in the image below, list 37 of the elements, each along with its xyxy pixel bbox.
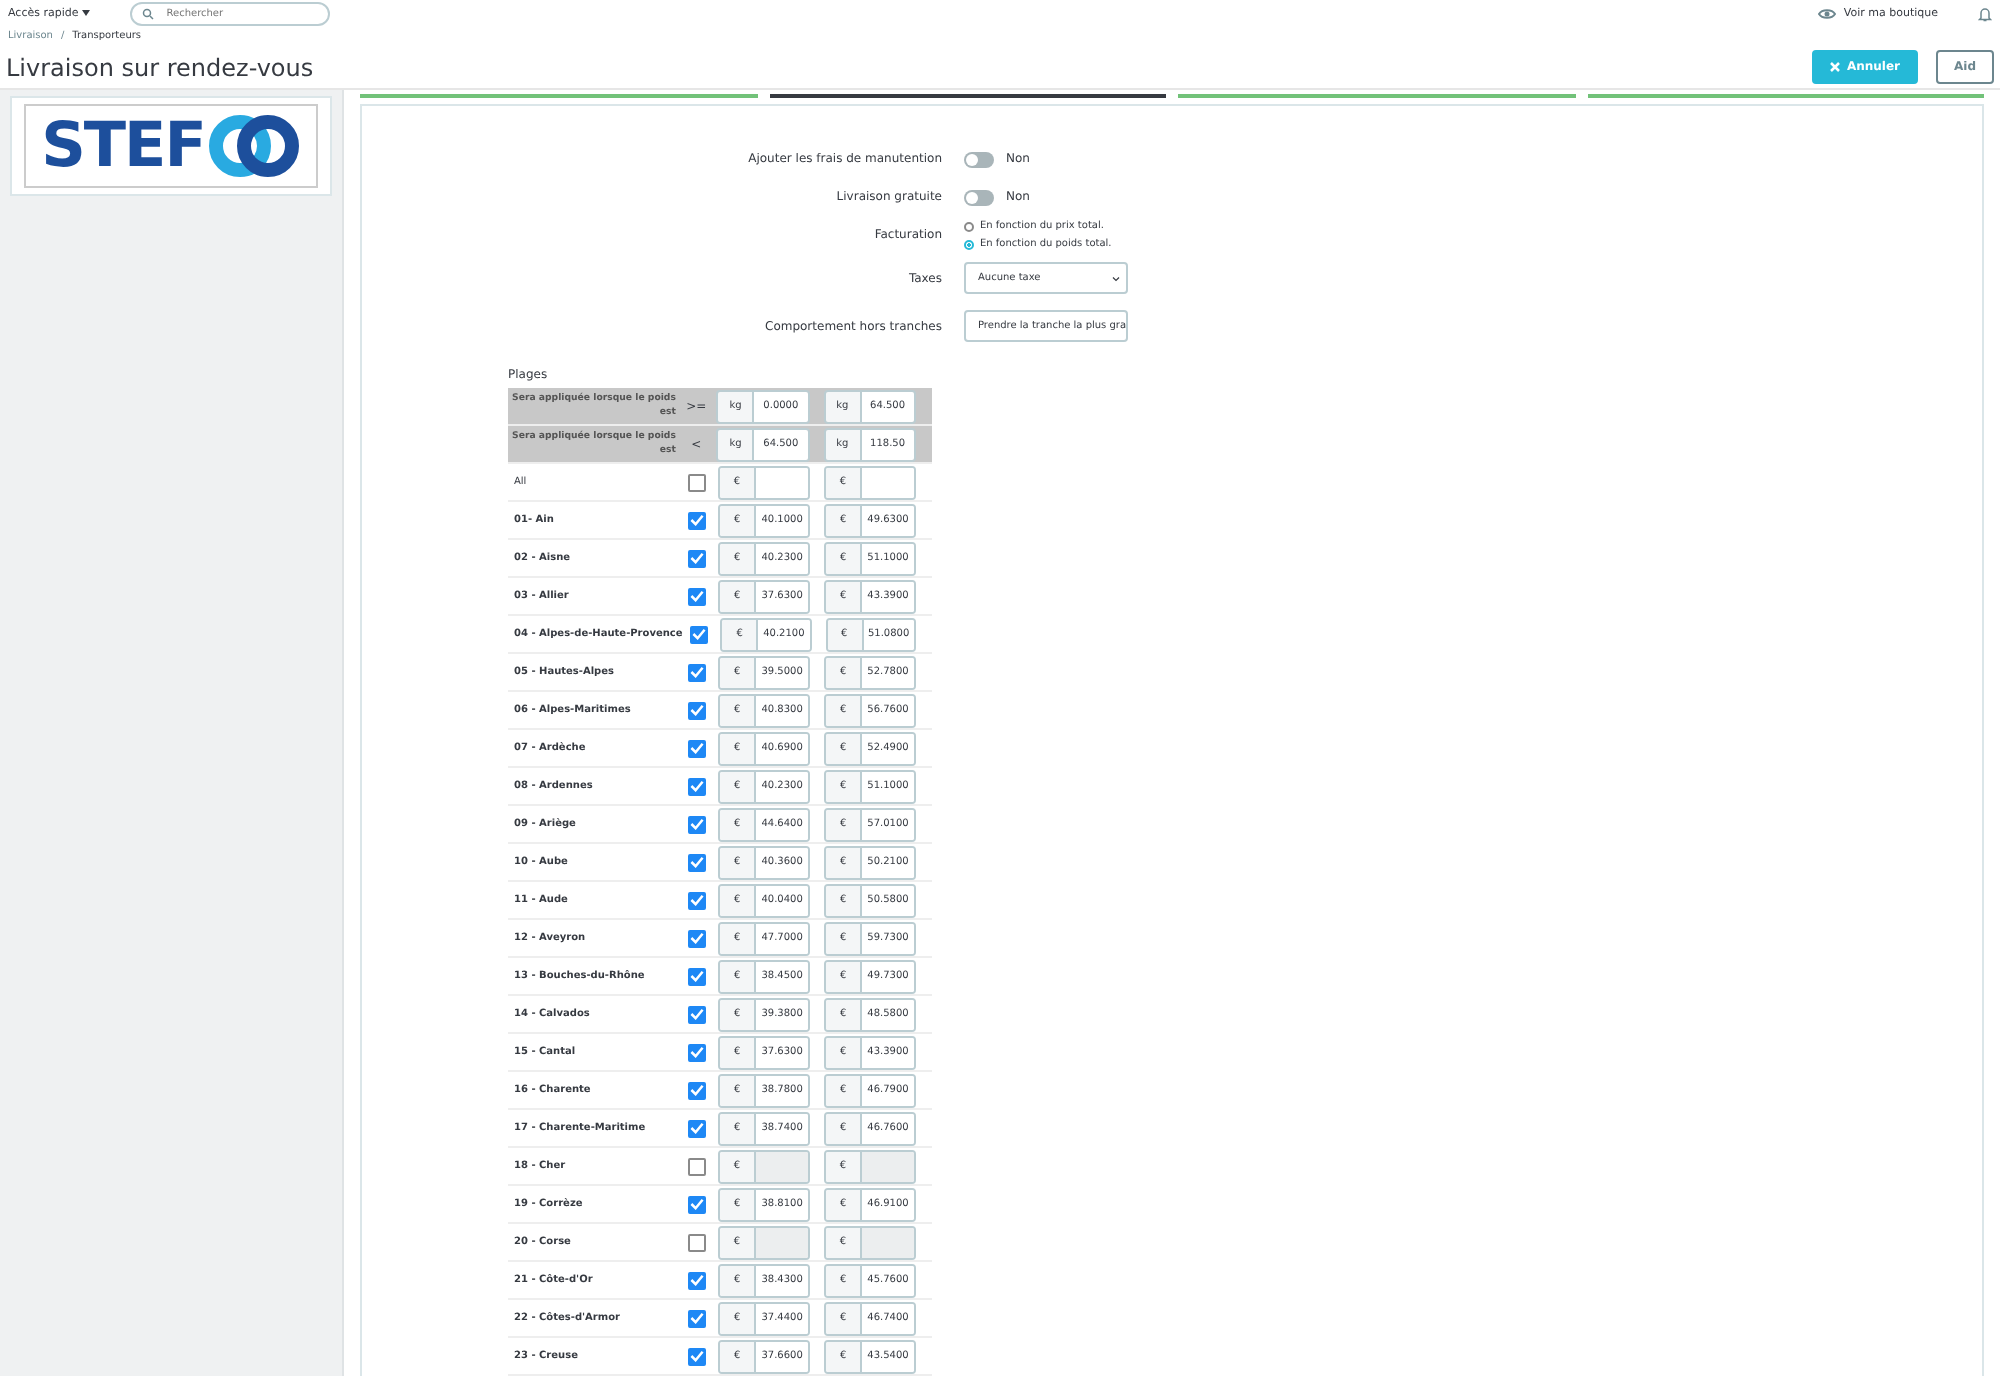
checkbox[interactable] [688,511,707,529]
radio-button[interactable] [964,239,974,249]
checkbox[interactable] [688,587,707,605]
eye-icon [1817,7,1836,19]
toggle-switch[interactable] [964,151,994,167]
checkbox[interactable] [688,549,707,567]
checkbox[interactable] [688,1043,707,1061]
checkbox[interactable] [688,1081,707,1099]
checkbox[interactable] [688,815,707,833]
chevron-icon [1112,275,1120,281]
checkbox[interactable] [688,701,707,719]
checkbox[interactable] [688,1309,707,1327]
checkbox[interactable] [688,473,706,491]
checkbox[interactable] [688,1195,707,1213]
bell-icon[interactable] [1978,5,1992,21]
carrier-logo: STEF [24,104,318,188]
checkbox[interactable] [688,891,707,909]
checkbox[interactable] [688,1157,706,1175]
rings-icon [208,112,301,180]
checkbox[interactable] [688,929,707,947]
checkbox[interactable] [688,1347,707,1365]
radio-button[interactable] [964,221,974,231]
checkbox[interactable] [688,1119,707,1137]
checkbox[interactable] [688,1271,707,1289]
checkbox[interactable] [688,739,707,757]
checkbox[interactable] [688,967,707,985]
page-title: Livraison sur rendez-vous [6,53,316,81]
caret-icon [82,10,91,16]
checkbox[interactable] [688,777,707,795]
checkbox[interactable] [688,663,707,681]
toggle-switch[interactable] [964,189,994,205]
search-icon [142,7,155,19]
checkbox[interactable] [688,1233,706,1251]
checkbox[interactable] [688,853,707,871]
checkbox[interactable] [690,625,709,643]
checkbox[interactable] [688,1005,707,1023]
close-icon [1830,62,1841,72]
